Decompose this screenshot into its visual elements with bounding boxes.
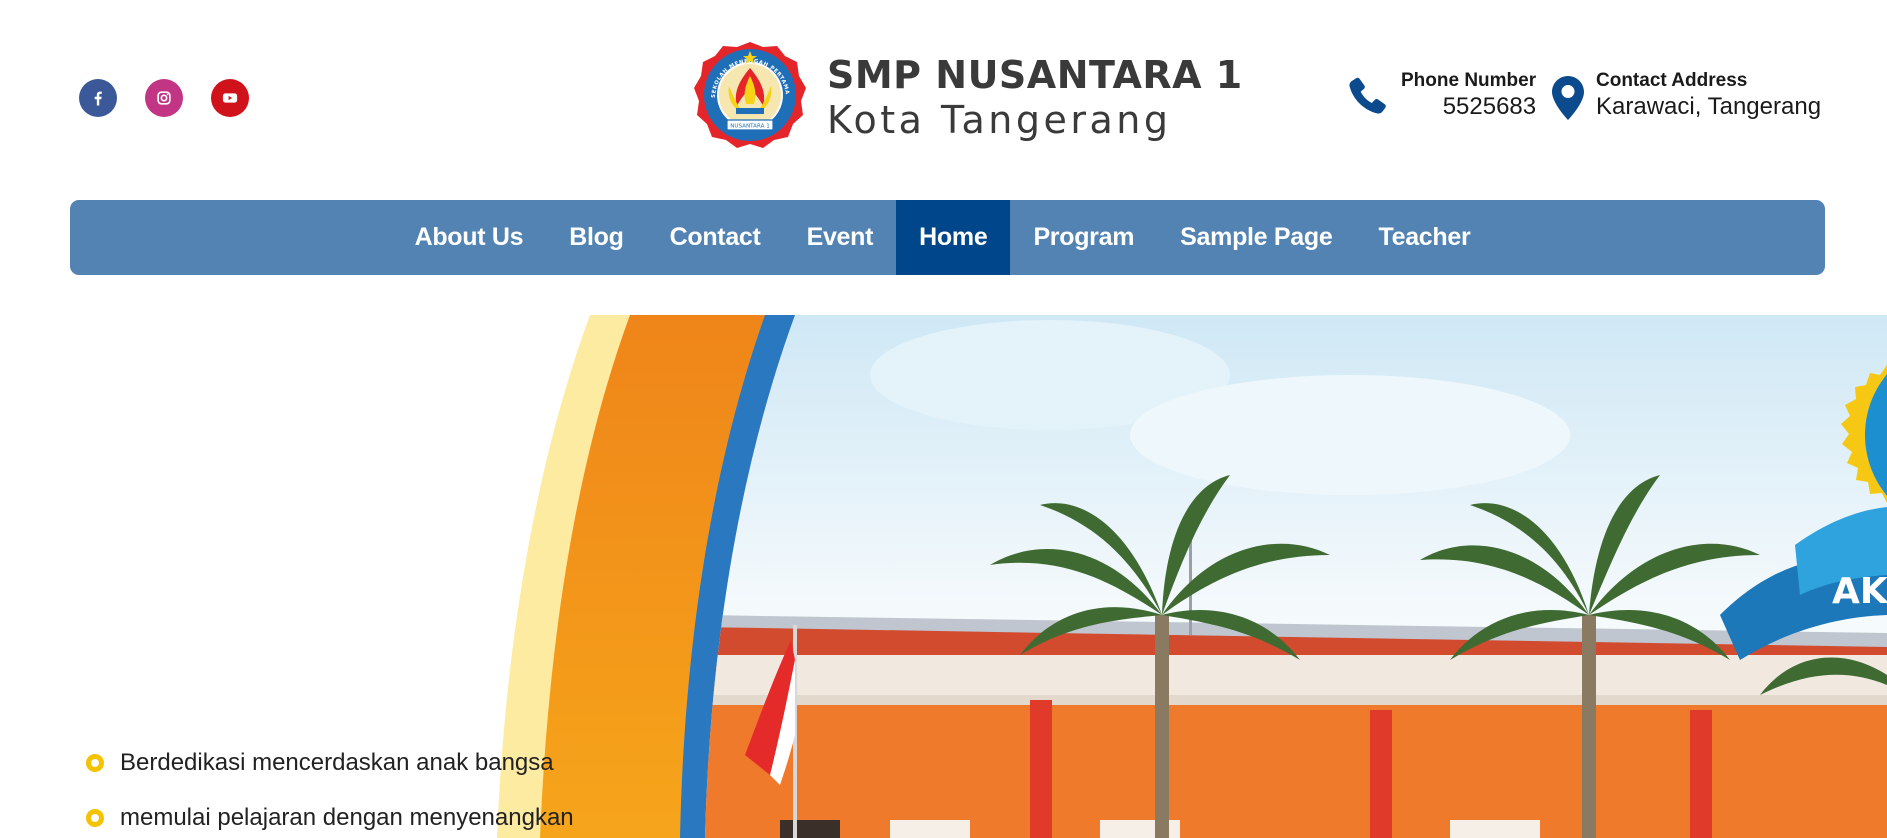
nav-item-program[interactable]: Program <box>1010 200 1157 275</box>
bullet-circle-icon <box>86 808 104 827</box>
nav-item-event[interactable]: Event <box>784 200 897 275</box>
list-item: memulai pelajaran dengan menyenangkan <box>84 790 574 838</box>
address-label: Contact Address <box>1596 70 1748 91</box>
phone-label: Phone Number <box>1401 70 1537 91</box>
nav-item-teacher[interactable]: Teacher <box>1355 200 1493 275</box>
nav-item-blog[interactable]: Blog <box>546 200 646 275</box>
address-value: Karawaci, Tangerang <box>1596 93 1822 120</box>
map-pin-icon <box>1552 76 1584 120</box>
nav-item-sample-page[interactable]: Sample Page <box>1157 200 1355 275</box>
list-item: Berdedikasi mencerdaskan anak bangsa <box>84 735 574 790</box>
bullet-text: memulai pelajaran dengan menyenangkan <box>120 803 574 831</box>
site-logo[interactable]: SEKOLAH MENENGAH PERTAMA NUSANTARA 1 SMP… <box>693 40 1243 150</box>
nav-item-contact[interactable]: Contact <box>647 200 784 275</box>
school-emblem: SEKOLAH MENENGAH PERTAMA NUSANTARA 1 <box>694 42 806 148</box>
phone-value[interactable]: 5525683 <box>1401 92 1536 122</box>
logo-title: SMP NUSANTARA 1 <box>827 53 1243 97</box>
youtube-icon[interactable] <box>211 79 249 117</box>
facebook-icon[interactable] <box>79 79 117 117</box>
contact-phone: Phone Number 5525683 <box>1343 70 1536 122</box>
main-navigation: About Us Blog Contact Event Home Program… <box>70 200 1825 275</box>
bullet-circle-icon <box>86 753 104 772</box>
nav-item-home[interactable]: Home <box>896 200 1011 275</box>
phone-icon <box>1349 77 1386 114</box>
contact-address: Contact Address Karawaci, Tangerang <box>1550 70 1821 122</box>
instagram-icon[interactable] <box>145 79 183 117</box>
badge-text: AK <box>1832 571 1887 612</box>
emblem-banner-text: NUSANTARA 1 <box>730 124 770 130</box>
bullet-text: Berdedikasi mencerdaskan anak bangsa <box>120 748 554 776</box>
hero-bullet-list: Berdedikasi mencerdaskan anak bangsa mem… <box>84 735 574 838</box>
logo-subtitle: Kota Tangerang <box>827 98 1172 142</box>
logo-wordmark: SMP NUSANTARA 1 Kota Tangerang <box>827 53 1243 143</box>
nav-item-about-us[interactable]: About Us <box>392 200 547 275</box>
social-links <box>79 79 249 117</box>
